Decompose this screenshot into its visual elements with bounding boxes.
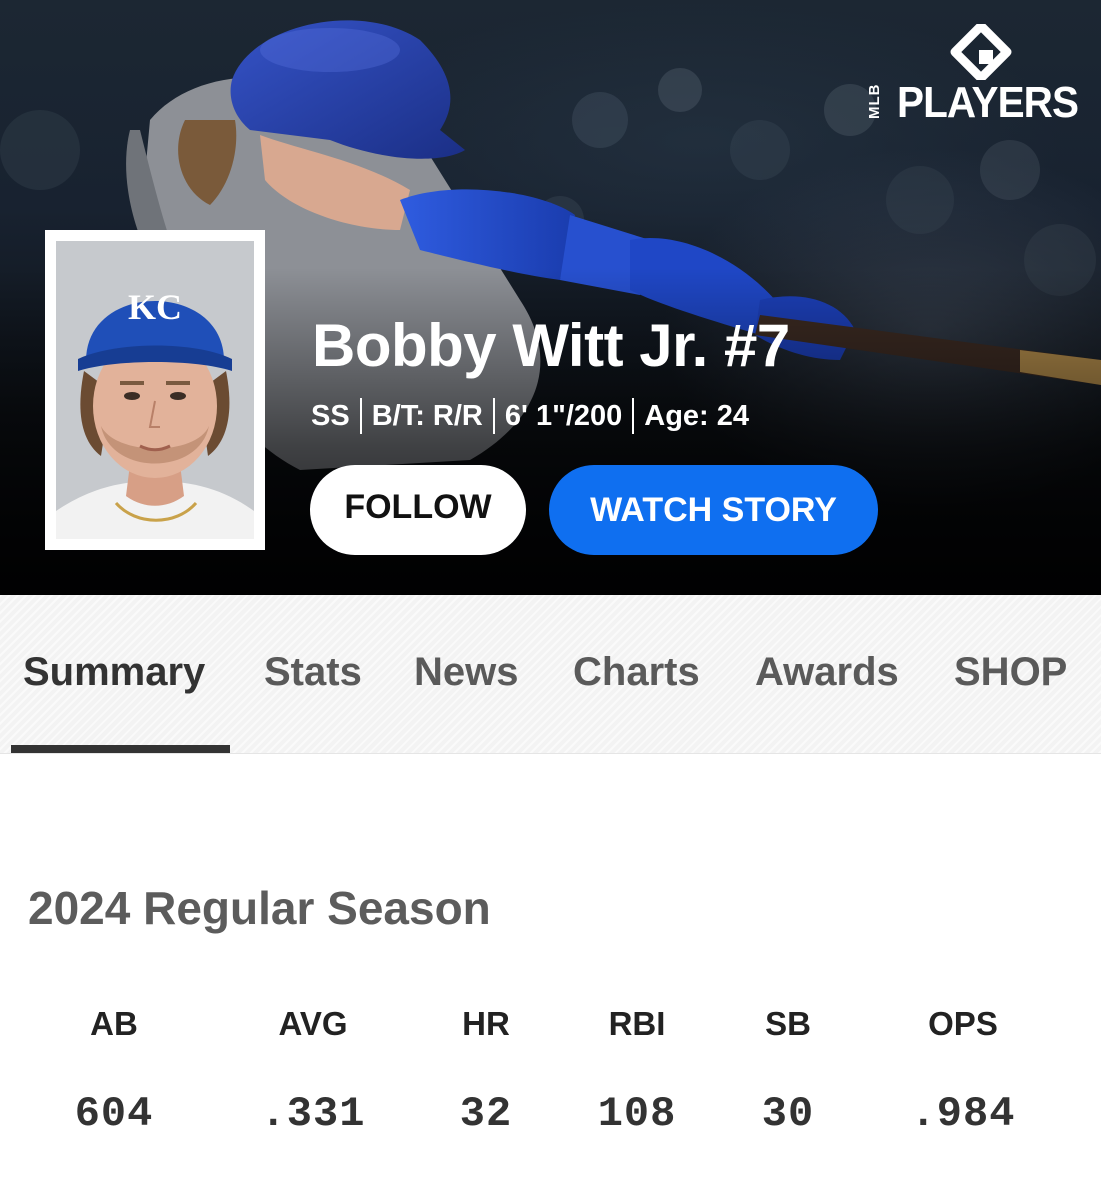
- tab-news[interactable]: News: [414, 647, 519, 697]
- kc-team-logo: KC: [128, 287, 182, 327]
- players-logo-text: PLAYERS: [897, 78, 1079, 127]
- stat-value: .331: [260, 1090, 366, 1138]
- active-tab-indicator: [11, 745, 230, 753]
- player-hero: MLB PLAYERS KC Bobby Witt Jr. #7 SS B/T:…: [0, 0, 1101, 595]
- player-height-weight: 6' 1"/200: [504, 399, 623, 432]
- meta-divider: [359, 398, 362, 434]
- watch-story-button[interactable]: WATCH STORY: [549, 465, 878, 555]
- profile-tabs: Summary Stats News Charts Awards SHOP: [0, 595, 1101, 754]
- stat-label: SB: [765, 1005, 811, 1042]
- player-headshot-frame: KC: [45, 230, 265, 550]
- player-meta: SS B/T: R/R 6' 1"/200 Age: 24: [311, 396, 749, 436]
- player-headshot: KC: [56, 241, 254, 539]
- player-position: SS: [311, 399, 350, 432]
- tab-shop[interactable]: SHOP: [954, 647, 1067, 697]
- stat-ab: AB 604: [24, 1002, 204, 1140]
- mlb-players-diamond-icon: [950, 24, 1012, 80]
- follow-button[interactable]: FOLLOW: [310, 465, 526, 555]
- player-bats-throws: B/T: R/R: [371, 399, 483, 432]
- season-title: 2024 Regular Season: [28, 882, 491, 934]
- stat-sb: SB 30: [698, 1002, 878, 1140]
- stat-label: AB: [90, 1005, 138, 1042]
- player-age: Age: 24: [644, 399, 750, 432]
- stat-label: OPS: [928, 1005, 998, 1042]
- stat-label: AVG: [278, 1005, 348, 1042]
- player-name: Bobby Witt Jr. #7: [312, 312, 790, 379]
- tab-summary[interactable]: Summary: [23, 647, 205, 697]
- stat-ops: OPS .984: [873, 1002, 1053, 1140]
- tab-awards[interactable]: Awards: [755, 647, 899, 697]
- tab-stats[interactable]: Stats: [264, 647, 362, 697]
- tab-charts[interactable]: Charts: [573, 647, 700, 697]
- stat-value: 604: [74, 1090, 154, 1138]
- mlb-players-logo[interactable]: MLB PLAYERS: [866, 20, 1079, 130]
- stat-value: .984: [910, 1090, 1016, 1138]
- meta-divider: [492, 398, 495, 434]
- meta-divider: [632, 398, 635, 434]
- stat-value: 30: [761, 1090, 815, 1138]
- stat-avg: AVG .331: [223, 1002, 403, 1140]
